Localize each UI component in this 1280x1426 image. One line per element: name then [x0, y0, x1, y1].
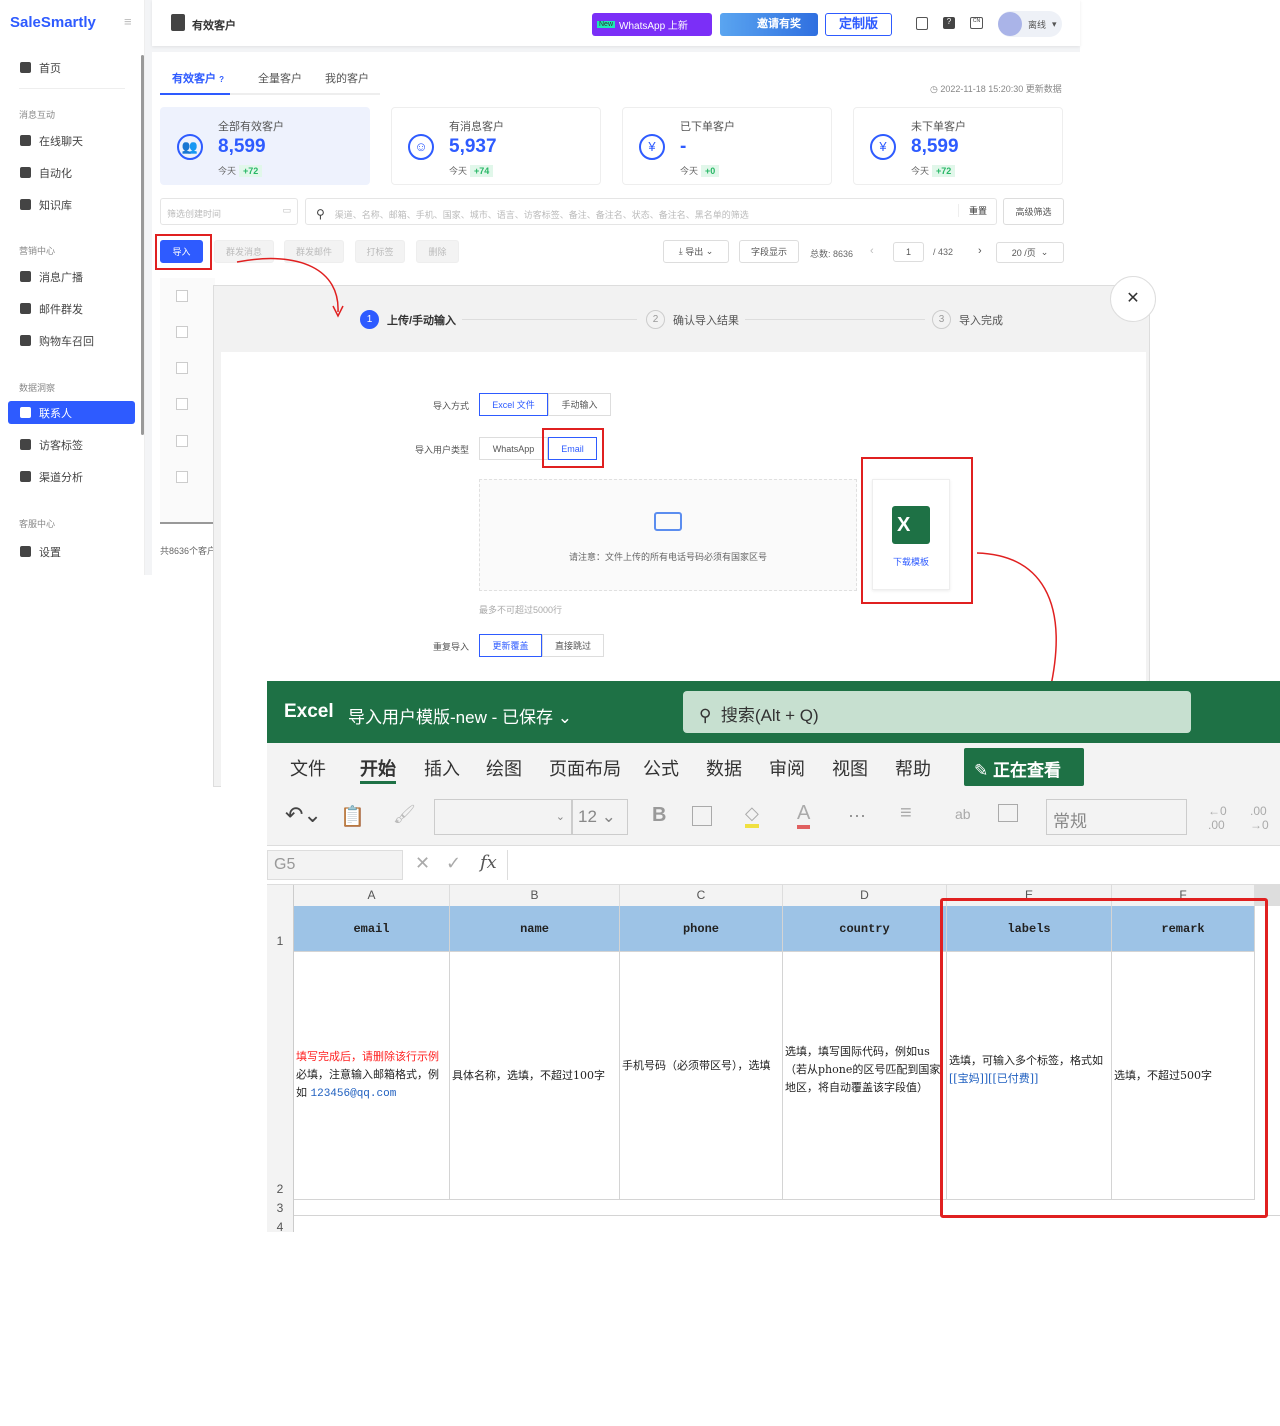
email-example: 123456@qq.com: [310, 1088, 397, 1100]
ribbon-tab-help[interactable]: 帮助: [895, 755, 931, 781]
function-icon[interactable]: fx: [480, 852, 497, 873]
header-cell-country[interactable]: country: [783, 906, 947, 952]
arrow-import-to-dialog: [236, 257, 339, 313]
ribbon-tab-view[interactable]: 视图: [832, 755, 868, 781]
excel-app-name: Excel: [284, 701, 334, 722]
arrow-template-to-excel: [976, 552, 1057, 691]
search-placeholder: 搜索(Alt + Q): [720, 706, 819, 725]
viewing-label: 正在查看: [992, 761, 1061, 780]
cancel-icon[interactable]: ✕: [415, 853, 430, 874]
column-header-c[interactable]: C: [620, 885, 783, 906]
select-all-corner[interactable]: [267, 885, 294, 906]
cell-a2[interactable]: 填写完成后，请删除该行示例 必填，注意输入邮箱格式，例如 123456@qq.co…: [294, 952, 450, 1200]
wrap-text-icon[interactable]: ab: [955, 806, 971, 822]
cell-text: 选填，填写国际代码，例如us（若从phone的区号匹配到国家地区，将自动覆盖该字…: [785, 1044, 941, 1094]
viewing-mode-button[interactable]: ✎ 正在查看 ⌄: [964, 748, 1084, 800]
paste-icon[interactable]: 📋: [340, 804, 365, 829]
font-size-value: 12: [578, 807, 597, 826]
row-header[interactable]: 2: [267, 952, 294, 1200]
ribbon-tab-insert[interactable]: 插入: [424, 755, 460, 781]
cell-ref: G5: [274, 856, 296, 873]
highlight-box: [940, 898, 1268, 1218]
font-name-select[interactable]: ⌄: [434, 799, 572, 835]
row-header[interactable]: 4: [267, 1216, 294, 1234]
row-header[interactable]: 3: [267, 1200, 294, 1216]
more-icon[interactable]: ···: [848, 805, 866, 826]
fill-color-icon[interactable]: ◇: [745, 803, 759, 828]
decrease-decimal-icon[interactable]: ←0.00: [1208, 804, 1227, 832]
search-icon: ⚲: [699, 706, 712, 725]
formula-input[interactable]: [507, 850, 1280, 880]
number-format-select[interactable]: 常规: [1046, 799, 1187, 835]
merge-icon[interactable]: [998, 804, 1018, 822]
column-header-d[interactable]: D: [783, 885, 947, 906]
cell-text: 手机号码（必须带区号），选填: [622, 1058, 771, 1072]
ribbon-tab-draw[interactable]: 绘图: [486, 755, 522, 781]
ribbon-tab-layout[interactable]: 页面布局: [549, 755, 621, 781]
format-painter-icon[interactable]: 🖌: [393, 804, 416, 825]
ribbon-tab-data[interactable]: 数据: [706, 755, 742, 781]
row-header[interactable]: 1: [267, 906, 294, 952]
excel-file-name[interactable]: 导入用户模版-new - 已保存 ⌄: [348, 703, 572, 728]
undo-icon[interactable]: ↶⌄: [285, 802, 322, 828]
borders-icon[interactable]: [692, 806, 712, 826]
cell-b2[interactable]: 具体名称，选填，不超过100字: [450, 952, 620, 1200]
header-cell-name[interactable]: name: [450, 906, 620, 952]
cell-text: 具体名称，选填，不超过100字: [452, 1068, 605, 1082]
confirm-icon[interactable]: ✓: [446, 853, 461, 874]
font-size-select[interactable]: 12 ⌄: [572, 799, 628, 835]
column-header-a[interactable]: A: [294, 885, 450, 906]
column-header-b[interactable]: B: [450, 885, 620, 906]
align-icon[interactable]: ≡: [900, 802, 912, 825]
ribbon-tab-home[interactable]: 开始: [360, 755, 396, 784]
file-name-text: 导入用户模版-new - 已保存: [348, 708, 553, 727]
font-color-icon[interactable]: A: [797, 802, 811, 829]
warning-text: 填写完成后，请删除该行示例: [296, 1050, 439, 1063]
cell-d2[interactable]: 选填，填写国际代码，例如us（若从phone的区号匹配到国家地区，将自动覆盖该字…: [783, 952, 947, 1200]
ribbon-tab-file[interactable]: 文件: [290, 755, 326, 781]
header-cell-phone[interactable]: phone: [620, 906, 783, 952]
bold-icon[interactable]: B: [652, 804, 666, 827]
excel-search-box[interactable]: ⚲ 搜索(Alt + Q): [683, 691, 1191, 733]
ribbon-tab-formulas[interactable]: 公式: [643, 755, 679, 781]
increase-decimal-icon[interactable]: .00 →0: [1250, 804, 1269, 832]
number-format-value: 常规: [1053, 812, 1087, 831]
ribbon-tab-review[interactable]: 审阅: [769, 755, 805, 781]
cell-c2[interactable]: 手机号码（必须带区号），选填: [620, 952, 783, 1200]
header-cell-email[interactable]: email: [294, 906, 450, 952]
name-box[interactable]: G5: [267, 850, 403, 880]
